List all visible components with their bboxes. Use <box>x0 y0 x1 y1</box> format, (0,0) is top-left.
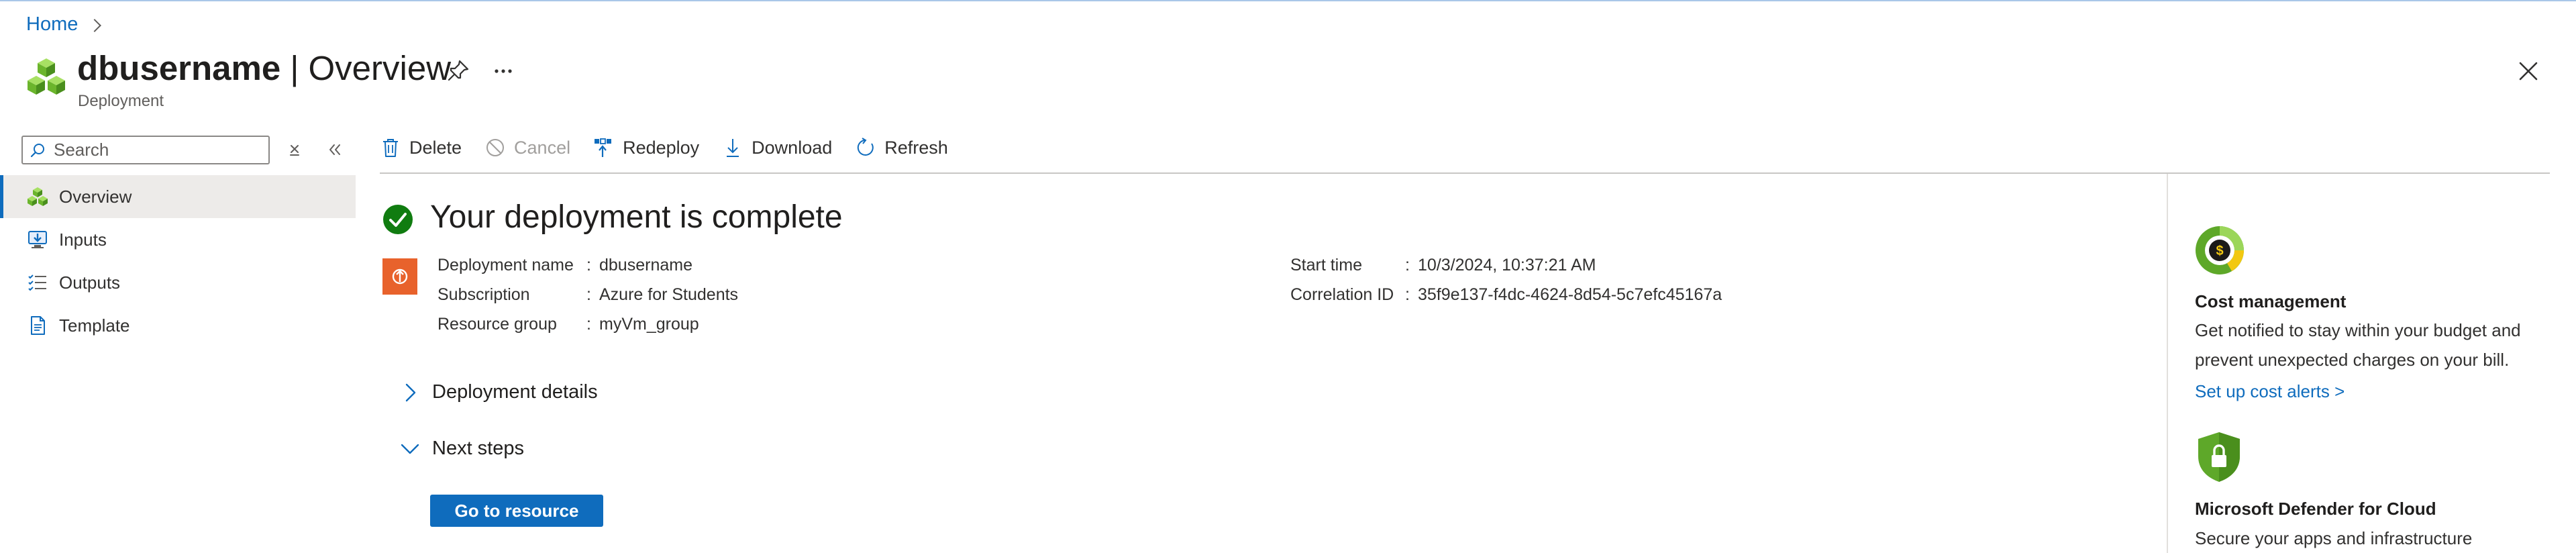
cancel-icon <box>486 139 505 156</box>
download-icon <box>727 139 739 157</box>
colon: : <box>586 256 591 274</box>
redeploy-label: Redeploy <box>623 137 700 158</box>
deployment-details-label: Deployment details <box>432 381 598 403</box>
defender-title: Microsoft Defender for Cloud <box>2195 499 2436 519</box>
clear-filter-icon[interactable] <box>285 140 305 160</box>
nav-item-inputs[interactable]: Inputs <box>0 218 356 261</box>
chevron-right-icon <box>88 18 102 32</box>
cost-management-text-line2: prevent unexpected charges on your bill. <box>2195 350 2510 370</box>
collapse-menu-icon[interactable] <box>325 140 345 160</box>
delete-label: Delete <box>409 137 462 158</box>
refresh-button[interactable]: Refresh <box>855 137 948 158</box>
go-to-resource-button[interactable]: Go to resource <box>430 495 603 527</box>
refresh-label: Refresh <box>884 137 948 158</box>
more-options-icon[interactable] <box>490 58 517 83</box>
nav-item-label: Template <box>59 315 130 336</box>
outputs-icon <box>28 274 46 291</box>
colon: : <box>586 315 591 334</box>
set-up-cost-alerts-link[interactable]: Set up cost alerts > <box>2195 381 2345 402</box>
svg-text:$: $ <box>2216 244 2223 258</box>
cost-management-title: Cost management <box>2195 291 2347 311</box>
colon: : <box>1405 256 1410 274</box>
cancel-button[interactable]: Cancel <box>484 137 570 158</box>
cancel-label: Cancel <box>514 137 571 158</box>
overview-icon <box>28 187 48 206</box>
chevron-right-icon <box>405 383 416 401</box>
subscription-link[interactable]: Azure for Students <box>599 285 738 305</box>
redeploy-icon <box>595 138 612 157</box>
search-box <box>21 136 270 164</box>
next-steps-toggle[interactable]: Next steps <box>400 438 524 460</box>
close-icon[interactable] <box>2516 59 2540 83</box>
redeploy-button[interactable]: Redeploy <box>593 137 699 158</box>
nav-item-template[interactable]: Template <box>0 304 356 347</box>
delete-button[interactable]: Delete <box>380 137 462 158</box>
success-check-icon <box>383 205 413 234</box>
pin-icon[interactable] <box>446 58 471 83</box>
next-steps-label: Next steps <box>432 438 524 459</box>
search-icon <box>30 143 44 157</box>
resource-menu: Overview Inputs Outputs Template <box>0 175 356 347</box>
start-time-label: Start time <box>1290 256 1362 274</box>
breadcrumb: Home <box>26 13 102 36</box>
right-panel-divider <box>2167 174 2168 553</box>
download-label: Download <box>752 137 833 158</box>
deployment-name-value: dbusername <box>599 256 692 274</box>
deployment-details-toggle[interactable]: Deployment details <box>400 381 598 403</box>
command-bar: Delete Cancel Redeploy Download Refresh <box>380 132 971 164</box>
download-button[interactable]: Download <box>722 137 832 158</box>
toolbar-divider <box>380 172 2550 174</box>
defender-text-line1: Secure your apps and infrastructure <box>2195 528 2473 548</box>
chevron-down-icon <box>401 444 419 454</box>
refresh-icon <box>858 138 874 156</box>
colon: : <box>1405 285 1410 304</box>
deployment-status-title: Your deployment is complete <box>430 199 843 235</box>
template-icon <box>31 316 45 335</box>
start-time-value: 10/3/2024, 10:37:21 AM <box>1418 256 1596 274</box>
nav-item-outputs[interactable]: Outputs <box>0 261 356 304</box>
breadcrumb-home-link[interactable]: Home <box>26 13 78 36</box>
colon: : <box>586 285 591 304</box>
correlation-id-label: Correlation ID <box>1290 285 1394 304</box>
resource-group-label: Resource group <box>437 315 557 334</box>
nav-item-overview[interactable]: Overview <box>0 175 356 218</box>
cost-management-text-line1: Get notified to stay within your budget … <box>2195 320 2521 340</box>
correlation-id-value: 35f9e137-f4dc-4624-8d54-5c7efc45167a <box>1418 285 1722 304</box>
nav-item-label: Inputs <box>59 229 107 250</box>
defender-shield-icon <box>2198 432 2240 482</box>
title-separator: | <box>290 49 299 87</box>
page-name: Overview <box>308 49 452 87</box>
search-input[interactable] <box>52 139 256 161</box>
resource-name: dbusername <box>77 49 281 87</box>
top-border <box>0 0 2576 1</box>
resource-group-link[interactable]: myVm_group <box>599 315 699 334</box>
page-title: dbusername | Overview <box>77 48 451 88</box>
trash-icon <box>383 139 398 157</box>
subscription-label: Subscription <box>437 285 530 304</box>
deployment-icon <box>382 258 417 295</box>
cost-management-icon: $ <box>2196 226 2244 274</box>
nav-item-label: Overview <box>59 186 132 207</box>
deployment-cubes-icon <box>28 58 65 95</box>
inputs-icon <box>28 231 47 248</box>
page-subtitle: Deployment <box>78 92 164 110</box>
nav-item-label: Outputs <box>59 272 121 293</box>
deployment-name-label: Deployment name <box>437 256 574 274</box>
